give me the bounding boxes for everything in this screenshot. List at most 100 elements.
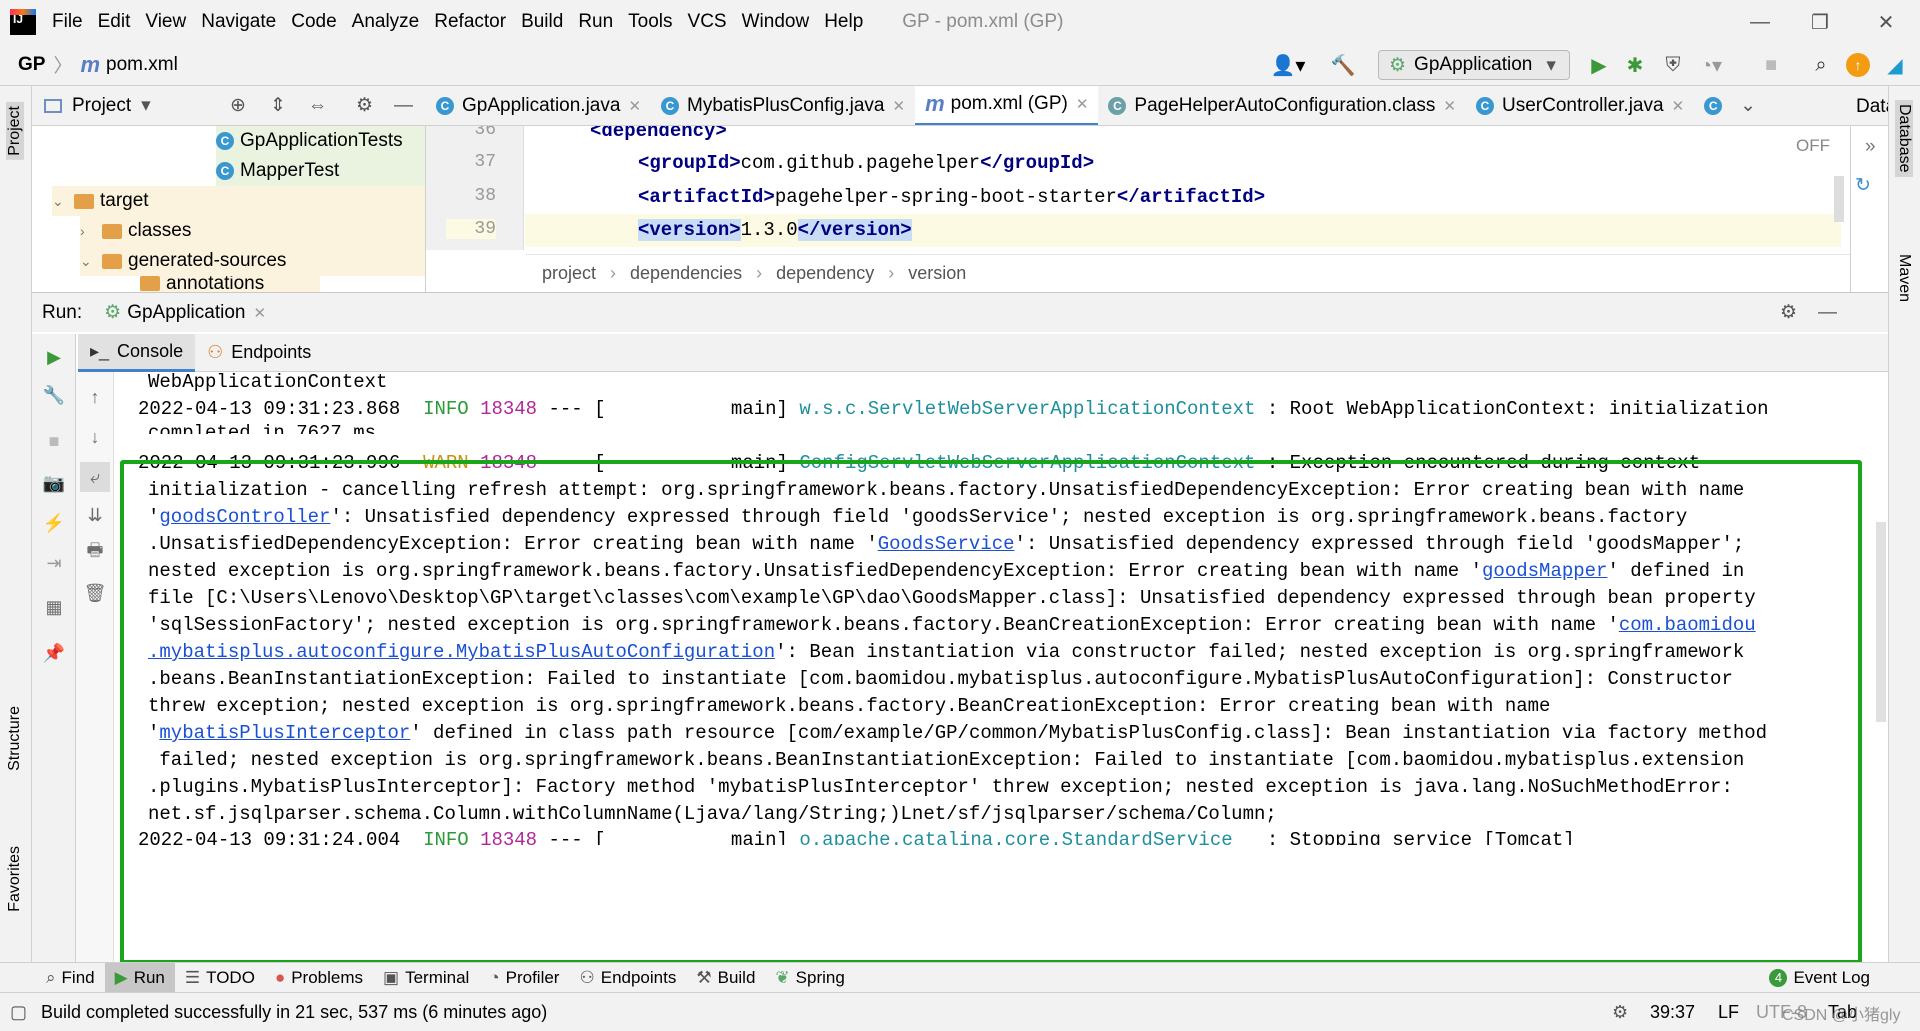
trash-icon[interactable]: 🗑 — [80, 578, 110, 608]
collapse-all-icon[interactable]: ⇔ — [308, 95, 327, 117]
profile-icon[interactable]: ◔▾ — [1698, 52, 1724, 78]
update-icon[interactable]: ↑ — [1846, 53, 1870, 77]
coverage-icon[interactable]: ⛨ — [1660, 52, 1686, 78]
hammer-icon[interactable]: 🔨 — [1330, 52, 1356, 78]
close-tab-icon[interactable]: ✕ — [1443, 97, 1456, 115]
tab-usercontroller-java[interactable]: C UserController.java ✕ — [1466, 86, 1694, 125]
tab-maven[interactable]: Maven — [1895, 254, 1913, 302]
breadcrumb-file[interactable]: pom.xml — [106, 54, 178, 76]
hide-icon[interactable]: — — [394, 95, 413, 117]
code-editor[interactable]: 36 37 38 39 <dependency> <groupId>com.gi… — [426, 126, 1850, 292]
editor-scrollbar[interactable] — [1834, 176, 1844, 222]
refresh-icon[interactable]: ↻ — [1855, 174, 1871, 197]
arrow-up-icon[interactable]: ↑ — [80, 382, 110, 412]
crumb-version[interactable]: version — [908, 263, 966, 284]
menu-window[interactable]: Window — [742, 11, 810, 33]
close-tab-icon[interactable]: ✕ — [628, 97, 641, 115]
tree-item-classes[interactable]: › classes — [80, 216, 425, 246]
menu-vcs[interactable]: VCS — [688, 11, 727, 33]
toolwindow-build[interactable]: ⚒ Build — [686, 963, 765, 993]
console-scrollbar[interactable] — [1876, 522, 1886, 722]
chevron-right-icon[interactable]: › — [80, 223, 96, 239]
minimize-icon[interactable]: — — [1730, 0, 1790, 44]
stop-icon[interactable]: ■ — [1758, 52, 1784, 78]
chevron-right-icon[interactable]: » — [1865, 136, 1876, 158]
status-toggle-icon[interactable]: ▢ — [10, 1002, 27, 1023]
tab-gpapplication-java[interactable]: C GpApplication.java ✕ — [426, 86, 651, 125]
toolwindow-endpoints[interactable]: ⚇ Endpoints — [569, 963, 686, 993]
tree-item-mappertest[interactable]: C MapperTest — [216, 156, 425, 186]
close-tab-icon[interactable]: ✕ — [1076, 95, 1089, 113]
exit-icon[interactable]: ⇥ — [39, 548, 69, 578]
tab-project[interactable]: Project — [6, 102, 24, 160]
tree-item-generated-sources[interactable]: ⌄ generated-sources — [80, 246, 425, 276]
menu-help[interactable]: Help — [824, 11, 863, 33]
print-icon[interactable]: 🖶 — [80, 538, 110, 568]
crumb-dependencies[interactable]: dependencies — [630, 263, 742, 284]
menu-tools[interactable]: Tools — [628, 11, 672, 33]
tab-pagehelperautoconfiguration-class[interactable]: C PageHelperAutoConfiguration.class ✕ — [1098, 86, 1466, 125]
toolwindow-run[interactable]: ▶ Run — [104, 962, 175, 993]
expand-all-icon[interactable]: ⇕ — [270, 94, 286, 117]
hide-icon[interactable]: — — [1818, 302, 1837, 324]
crumb-dependency[interactable]: dependency — [776, 263, 874, 284]
run-config-select[interactable]: ⚙ GpApplication ▾ — [1378, 50, 1570, 80]
thread-dump-icon[interactable]: ⚡ — [39, 508, 69, 538]
menu-code[interactable]: Code — [291, 11, 336, 33]
soft-wrap-icon[interactable]: ⤶ — [80, 462, 110, 492]
tree-item-target[interactable]: ⌄ target — [52, 186, 425, 216]
tree-item-annotations[interactable]: annotations — [140, 276, 320, 292]
camera-icon[interactable]: 📷 — [39, 468, 69, 498]
close-tab-icon[interactable]: ✕ — [253, 304, 266, 322]
toolwindow-spring[interactable]: ❦ Spring — [765, 963, 854, 993]
toolwindow-find[interactable]: ⌕ Find — [36, 963, 105, 993]
menu-navigate[interactable]: Navigate — [201, 11, 276, 33]
tab-pom-xml[interactable]: m pom.xml (GP) ✕ — [915, 86, 1099, 125]
locate-icon[interactable]: ⊕ — [230, 94, 246, 117]
toolwindow-problems[interactable]: ● Problems — [265, 963, 373, 993]
menu-view[interactable]: View — [145, 11, 186, 33]
chevron-down-icon[interactable]: ⌄ — [1740, 94, 1756, 117]
tab-structure[interactable]: Structure — [6, 706, 24, 771]
stop-icon[interactable]: ■ — [39, 426, 69, 456]
close-tab-icon[interactable]: ✕ — [893, 97, 906, 115]
inspector-icon[interactable]: ⚙ — [1612, 1002, 1628, 1023]
menu-run[interactable]: Run — [578, 11, 613, 33]
menu-refactor[interactable]: Refactor — [434, 11, 506, 33]
search-icon[interactable]: ⌕ — [1808, 52, 1834, 78]
menu-analyze[interactable]: Analyze — [352, 11, 420, 33]
tree-item-gpapplicationtests[interactable]: C GpApplicationTests — [216, 126, 425, 156]
tab-mybatisplusconfig-java[interactable]: C MybatisPlusConfig.java ✕ — [651, 86, 915, 125]
project-panel-title[interactable]: Project — [72, 95, 131, 117]
wrench-icon[interactable]: 🔧 — [39, 380, 69, 410]
toolwindow-terminal[interactable]: ▣ Terminal — [373, 963, 479, 993]
caret-position[interactable]: 39:37 — [1650, 1002, 1695, 1023]
gear-icon[interactable]: ⚙ — [356, 94, 373, 117]
restore-icon[interactable]: ❐ — [1790, 0, 1850, 44]
database-panel-title[interactable]: Data — [1850, 86, 1888, 126]
pin-icon[interactable]: 📌 — [39, 638, 69, 668]
chevron-down-icon[interactable]: ▾ — [141, 94, 151, 117]
gear-icon[interactable]: ⚙ — [1780, 301, 1797, 324]
chevron-down-icon[interactable]: ⌄ — [80, 253, 96, 270]
close-icon[interactable]: ✕ — [1856, 0, 1916, 44]
tab-console[interactable]: ▸_ Console — [78, 333, 196, 372]
rerun-icon[interactable]: ▶ — [39, 342, 69, 372]
inspection-status[interactable]: OFF — [1796, 136, 1830, 156]
menu-build[interactable]: Build — [521, 11, 563, 33]
user-icon[interactable]: 👤▾ — [1268, 52, 1308, 78]
run-icon[interactable]: ▶ — [1586, 52, 1612, 78]
tab-endpoints[interactable]: ⚇ Endpoints — [195, 334, 323, 372]
run-config-tab[interactable]: GpApplication — [127, 302, 245, 324]
debug-icon[interactable]: ✱ — [1622, 52, 1648, 78]
menu-file[interactable]: File — [52, 11, 83, 33]
status-message[interactable]: Build completed successfully in 21 sec, … — [41, 1002, 547, 1023]
toolwindow-profiler[interactable]: ◔ Profiler — [479, 963, 569, 993]
arrow-down-icon[interactable]: ↓ — [80, 422, 110, 452]
toolwindow-todo[interactable]: ☰ TODO — [175, 963, 265, 993]
tab-favorites[interactable]: Favorites — [6, 846, 24, 912]
close-tab-icon[interactable]: ✕ — [1672, 97, 1685, 115]
menu-edit[interactable]: Edit — [98, 11, 131, 33]
tab-overflow[interactable]: C ⌄ — [1694, 86, 1766, 125]
chevron-down-icon[interactable]: ⌄ — [52, 193, 68, 210]
